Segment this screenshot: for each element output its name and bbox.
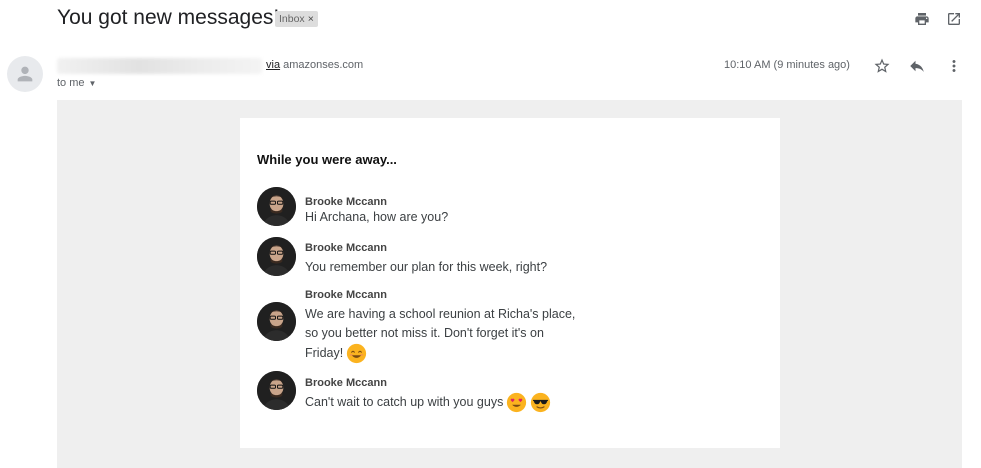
message-text: You remember our plan for this week, rig… [305,258,547,277]
sender-domain: amazonses.com [283,59,364,71]
message-sender-name: Brooke Mccann [305,289,387,301]
message-text: Can't wait to catch up with you guys [305,392,551,413]
message-line: You remember our plan for this week, rig… [305,260,548,274]
message-line: Hi Archana, how are you? [305,210,449,224]
sender-via: via amazonses.com [266,59,363,71]
recipient-details[interactable]: to me ▼ [57,77,96,89]
sender-name-redacted [57,58,262,74]
via-link[interactable]: via [266,59,280,71]
message-avatar [257,187,296,226]
recipient-text: to me [57,77,85,89]
heart-eyes-emoji-icon [507,392,527,413]
email-timestamp: 10:10 AM (9 minutes ago) [724,59,850,71]
star-icon[interactable] [872,56,892,76]
message-avatar [257,302,296,341]
away-heading: While you were away... [257,152,397,167]
remove-label-button[interactable]: × [308,13,314,25]
smiling-face-emoji-icon [347,343,367,364]
reply-icon[interactable] [907,56,927,76]
message-sender-name: Brooke Mccann [305,377,387,389]
message-line: Friday! [305,345,344,360]
message-line: Can't wait to catch up with you guys [305,394,504,409]
print-icon[interactable] [912,9,932,29]
open-in-new-window-icon[interactable] [944,9,964,29]
default-person-icon [17,66,33,82]
email-subject: You got new messages! [57,6,280,29]
message-sender-name: Brooke Mccann [305,196,387,208]
message-avatar [257,237,296,276]
chevron-down-icon[interactable]: ▼ [89,79,97,88]
message-text: Hi Archana, how are you? [305,208,448,227]
more-vert-icon[interactable] [944,56,964,76]
sunglasses-emoji-icon [531,392,551,413]
message-text: We are having a school reunion at Richa'… [305,305,575,364]
sender-avatar[interactable] [7,56,43,92]
email-card: While you were away... Brooke Mccann Hi … [240,118,780,448]
message-line: We are having a school reunion at Richa'… [305,307,576,321]
message-line: so you better not miss it. Don't forget … [305,326,544,340]
inbox-label[interactable]: Inbox × [275,11,318,27]
message-avatar [257,371,296,410]
message-sender-name: Brooke Mccann [305,242,387,254]
inbox-label-text: Inbox [279,13,305,25]
